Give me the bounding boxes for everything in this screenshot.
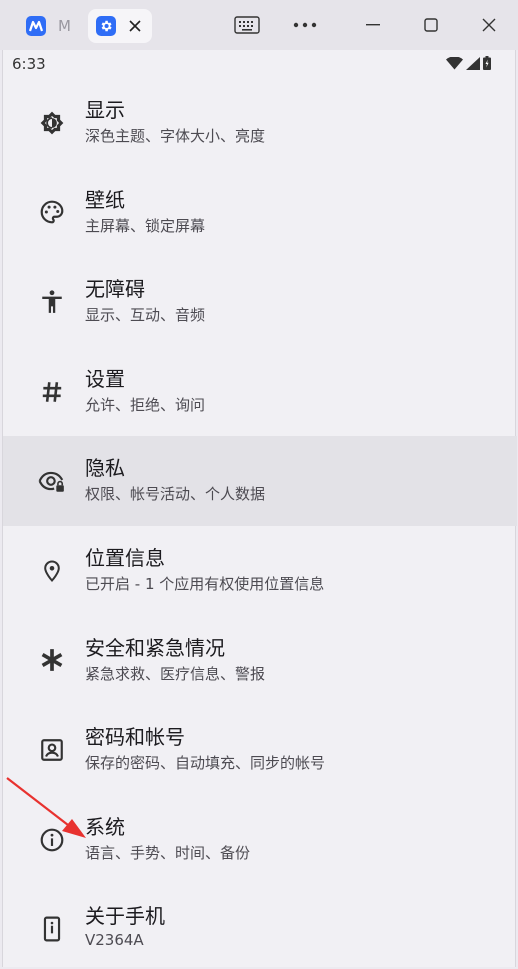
- settings-item-subtitle: 权限、帐号活动、个人数据: [85, 485, 266, 504]
- settings-item-safety-emergency[interactable]: 安全和紧急情况 紧急求救、医疗信息、警报: [3, 616, 517, 706]
- tab-settings[interactable]: [88, 9, 152, 43]
- settings-item-subtitle: 深色主题、字体大小、亮度: [85, 127, 266, 145]
- settings-item-title: 密码和帐号: [85, 725, 185, 750]
- settings-item-title: 壁纸: [85, 187, 125, 212]
- phone-icon: [38, 915, 66, 943]
- settings-item-location[interactable]: 位置信息 已开启 - 1 个应用有权使用位置信息: [3, 526, 517, 616]
- privacy-eye-lock-icon: [38, 467, 66, 495]
- annotation-arrow-icon: [6, 777, 86, 838]
- settings-item-display[interactable]: 显示 深色主题、字体大小、亮度: [3, 78, 517, 168]
- settings-item-title: 隐私: [85, 456, 125, 481]
- settings-item-subtitle: 保存的密码、自动填充、同步的帐号: [85, 754, 326, 773]
- battery-icon: [483, 56, 491, 70]
- account-box-icon: [38, 736, 66, 764]
- tab-mirror-app[interactable]: M: [18, 9, 74, 43]
- palette-icon: [38, 198, 66, 226]
- maximize-icon[interactable]: [416, 12, 446, 38]
- settings-item-subtitle: 已开启 - 1 个应用有权使用位置信息: [85, 574, 325, 593]
- wifi-icon: [446, 56, 463, 69]
- accessibility-icon: [38, 288, 66, 316]
- status-icons: [446, 56, 491, 70]
- close-window-icon[interactable]: [474, 12, 504, 38]
- app-logo-icon: [26, 16, 46, 36]
- hash-icon: [38, 378, 66, 406]
- settings-item-subtitle: V2364A: [85, 931, 144, 950]
- emergency-asterisk-icon: [38, 646, 66, 674]
- minimize-icon[interactable]: [358, 12, 388, 38]
- settings-gear-icon: [96, 16, 116, 36]
- status-bar: 6:33: [3, 50, 517, 78]
- settings-item-accessibility[interactable]: 无障碍 显示、互动、音频: [3, 257, 517, 347]
- settings-item-subtitle: 紧急求救、医疗信息、警报: [85, 664, 266, 683]
- settings-item-title: 显示: [85, 98, 125, 122]
- display-brightness-icon: [38, 109, 66, 137]
- status-time: 6:33: [12, 55, 46, 73]
- settings-item-privacy[interactable]: 隐私 权限、帐号活动、个人数据: [3, 436, 517, 526]
- settings-item-title: 设置: [85, 366, 125, 391]
- settings-item-title: 关于手机: [85, 904, 165, 929]
- settings-item-about-phone[interactable]: 关于手机 V2364A: [3, 884, 517, 969]
- keyboard-icon[interactable]: [232, 12, 262, 38]
- settings-item-title: 无障碍: [85, 277, 145, 302]
- settings-item-subtitle: 显示、互动、音频: [85, 306, 206, 325]
- settings-item-subtitle: 主屏幕、锁定屏幕: [85, 216, 206, 235]
- tab-close-icon[interactable]: [128, 19, 142, 33]
- window-titlebar: M: [0, 0, 518, 50]
- settings-item-subtitle: 语言、手势、时间、备份: [85, 843, 251, 862]
- settings-item-permissions[interactable]: 设置 允许、拒绝、询问: [3, 347, 517, 437]
- settings-item-wallpaper[interactable]: 壁纸 主屏幕、锁定屏幕: [3, 168, 517, 258]
- settings-item-title: 安全和紧急情况: [85, 635, 225, 660]
- more-options-icon[interactable]: [290, 12, 320, 38]
- settings-item-subtitle: 允许、拒绝、询问: [85, 395, 206, 414]
- signal-icon: [466, 56, 480, 70]
- settings-item-title: 位置信息: [85, 545, 165, 570]
- tab-title: M: [58, 17, 71, 35]
- location-pin-icon: [38, 557, 66, 585]
